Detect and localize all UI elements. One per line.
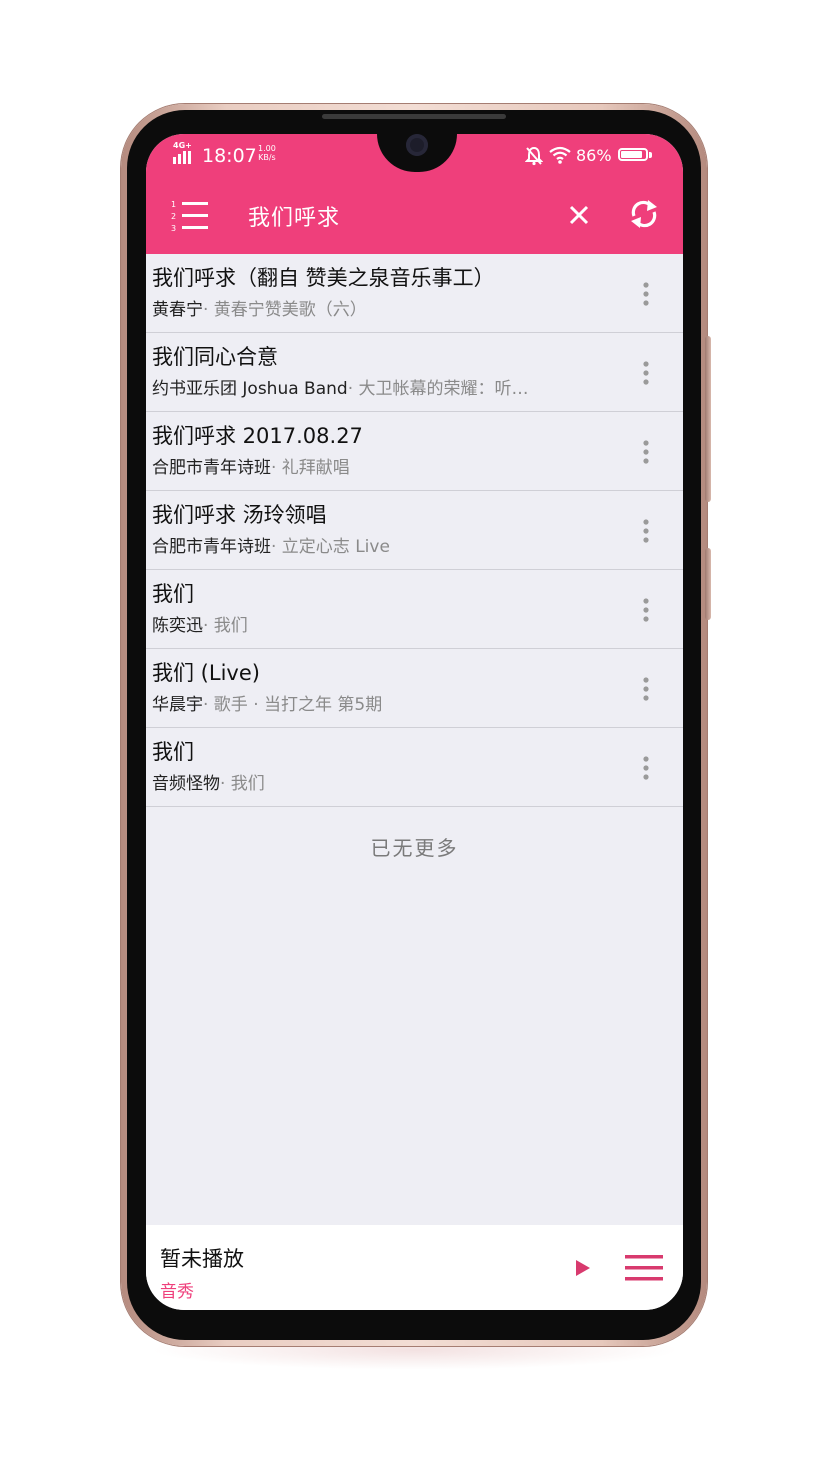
battery-percent: 86% [576, 146, 612, 165]
song-subtitle: 约书亚乐团 Joshua Band· 大卫帐幕的荣耀：听… [152, 374, 529, 399]
song-artist: 黄春宁 [152, 300, 203, 320]
svg-text:1: 1 [171, 200, 176, 209]
list-item[interactable]: 我们同心合意约书亚乐团 Joshua Band· 大卫帐幕的荣耀：听… [146, 333, 683, 412]
song-subtitle: 合肥市青年诗班· 礼拜献唱 [152, 453, 350, 478]
play-icon[interactable] [574, 1258, 592, 1278]
list-item[interactable]: 我们呼求 2017.08.27 合肥市青年诗班· 礼拜献唱 [146, 412, 683, 491]
list-end-text: 已无更多 [370, 836, 459, 860]
song-subtitle: 华晨宇· 歌手 · 当打之年 第5期 [152, 690, 382, 715]
refresh-icon[interactable] [626, 196, 662, 232]
search-title: 我们呼求 [248, 206, 341, 231]
player-title: 暂未播放 [160, 1247, 244, 1271]
numbered-list-icon[interactable]: 1 2 3 [170, 198, 210, 234]
song-album: · 我们 [220, 774, 265, 794]
battery-tip [649, 152, 652, 158]
toolbar: 1 2 3 我们呼求 [146, 178, 683, 254]
playlist-icon[interactable] [624, 1253, 664, 1283]
network-speed: 1.00 KB/s [258, 144, 276, 162]
search-results-list: 我们呼求（翻自 赞美之泉音乐事工） 黄春宁· 黄春宁赞美歌（六） 我们同心合意约书亚… [146, 254, 683, 807]
more-options-icon[interactable] [636, 359, 656, 387]
song-artist: 合肥市青年诗班 [152, 537, 271, 557]
song-artist: 陈奕迅 [152, 616, 203, 636]
bell-muted-icon [525, 146, 543, 166]
more-options-icon[interactable] [636, 517, 656, 545]
svg-text:3: 3 [171, 224, 176, 233]
song-title: 我们呼求（翻自 赞美之泉音乐事工） [152, 266, 495, 290]
song-title: 我们呼求 2017.08.27 [152, 424, 363, 448]
close-icon[interactable] [566, 202, 592, 228]
mini-player[interactable]: 暂未播放 音秀 [146, 1225, 683, 1310]
song-subtitle: 合肥市青年诗班· 立定心志 Live [152, 532, 390, 557]
song-subtitle: 黄春宁· 黄春宁赞美歌（六） [152, 295, 367, 320]
speed-value: 1.00 [258, 144, 276, 153]
power-button [705, 548, 711, 620]
list-item[interactable]: 我们陈奕迅· 我们 [146, 570, 683, 649]
song-title: 我们 (Live) [152, 661, 260, 685]
song-title: 我们同心合意 [152, 345, 278, 369]
screen: 4G+ 18:07 1.00 KB/s 86% 1 2 3 我们呼求 我们呼求（… [146, 134, 683, 1310]
song-title: 我们 [152, 740, 194, 764]
player-subtitle: 音秀 [160, 1282, 194, 1302]
song-album: · 黄春宁赞美歌（六） [203, 300, 367, 320]
wifi-icon [549, 146, 571, 164]
list-item[interactable]: 我们 (Live) 华晨宇· 歌手 · 当打之年 第5期 [146, 649, 683, 728]
song-artist: 合肥市青年诗班 [152, 458, 271, 478]
more-options-icon[interactable] [636, 280, 656, 308]
volume-button [705, 336, 711, 502]
battery-fill [621, 151, 642, 158]
speed-unit: KB/s [258, 153, 276, 162]
list-item[interactable]: 我们呼求 汤玲领唱合肥市青年诗班· 立定心志 Live [146, 491, 683, 570]
song-title: 我们 [152, 582, 194, 606]
battery-icon [618, 148, 648, 161]
song-album: · 歌手 · 当打之年 第5期 [203, 695, 383, 715]
svg-text:2: 2 [171, 212, 176, 221]
song-album: · 立定心志 Live [271, 537, 390, 557]
song-artist: 华晨宇 [152, 695, 203, 715]
song-album: · 我们 [203, 616, 248, 636]
earpiece [322, 114, 506, 119]
more-options-icon[interactable] [636, 596, 656, 624]
signal-icon [173, 151, 191, 164]
song-artist: 音频怪物 [152, 774, 220, 794]
status-time: 18:07 [202, 145, 257, 167]
front-camera [406, 134, 428, 156]
song-subtitle: 陈奕迅· 我们 [152, 611, 248, 636]
song-subtitle: 音频怪物· 我们 [152, 769, 265, 794]
list-item[interactable]: 我们音频怪物· 我们 [146, 728, 683, 807]
song-album: · 大卫帐幕的荣耀：听… [347, 379, 529, 399]
more-options-icon[interactable] [636, 754, 656, 782]
song-artist: 约书亚乐团 Joshua Band [152, 379, 348, 399]
song-album: · 礼拜献唱 [271, 458, 350, 478]
more-options-icon[interactable] [636, 675, 656, 703]
song-title: 我们呼求 汤玲领唱 [152, 503, 327, 527]
more-options-icon[interactable] [636, 438, 656, 466]
list-item[interactable]: 我们呼求（翻自 赞美之泉音乐事工） 黄春宁· 黄春宁赞美歌（六） [146, 254, 683, 333]
status-bar: 4G+ 18:07 1.00 KB/s 86% [146, 134, 683, 178]
